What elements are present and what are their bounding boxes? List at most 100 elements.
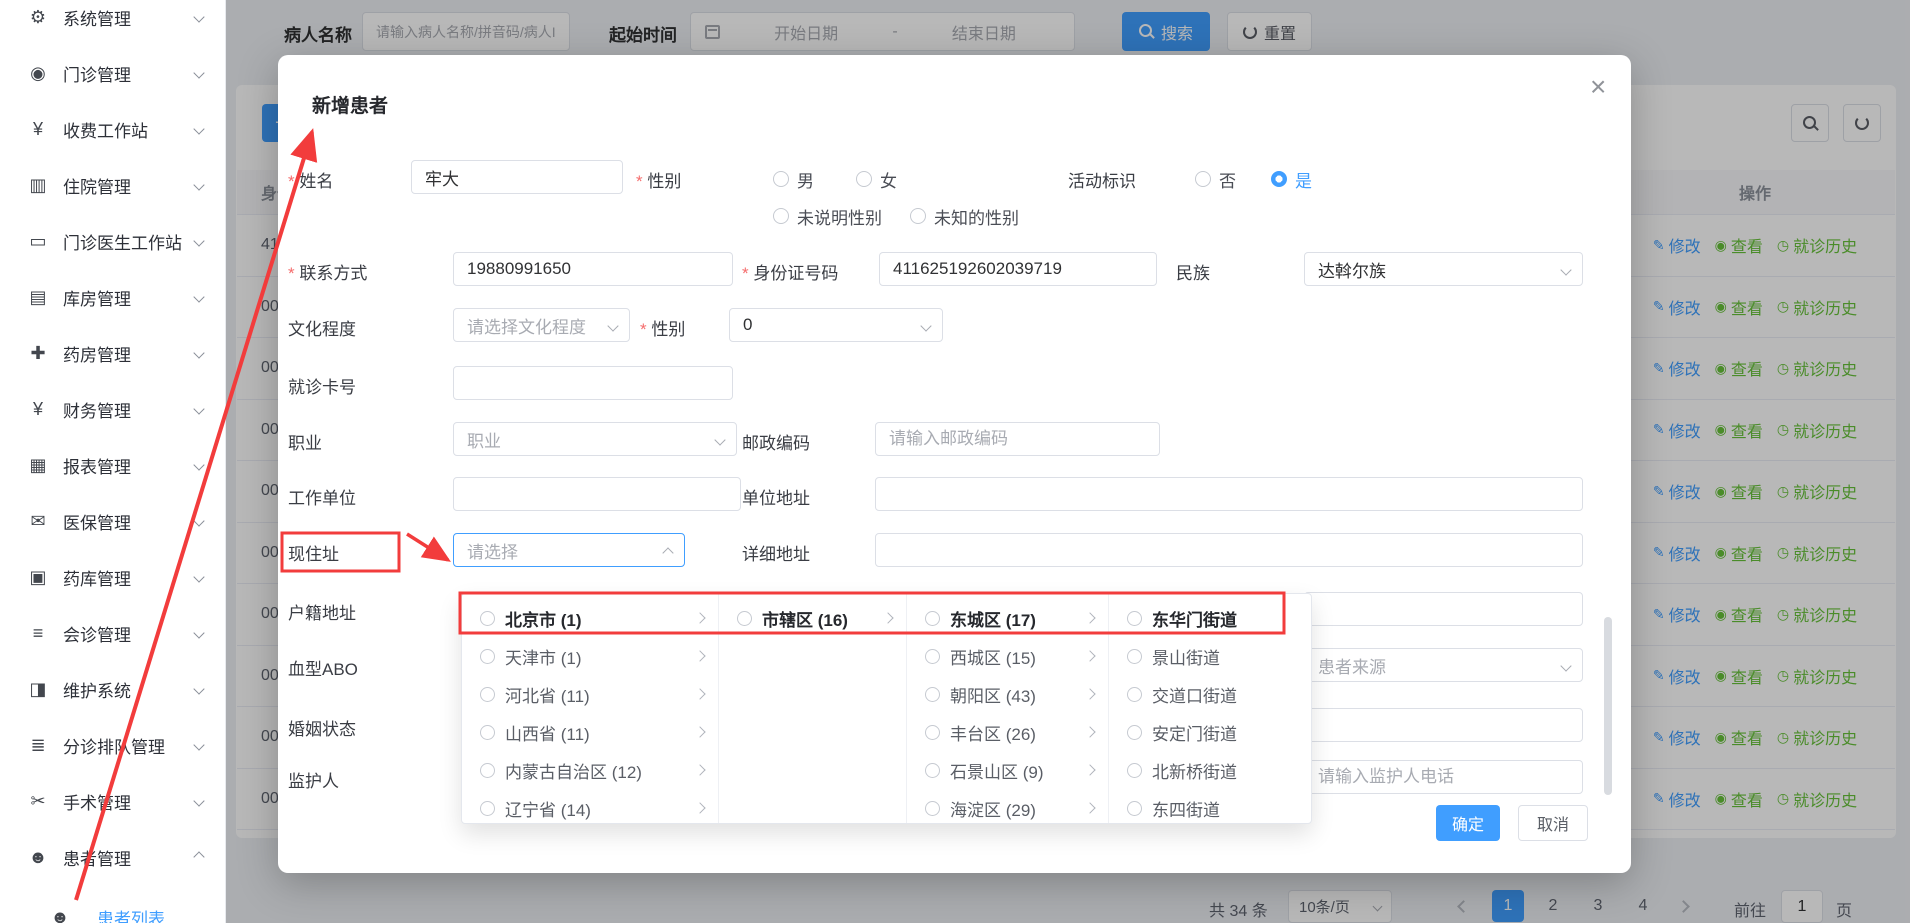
cascader-option-朝阳区 (43)[interactable]: 朝阳区 (43): [907, 675, 1108, 713]
sidebar-item-门诊医生工作站[interactable]: ▭门诊医生工作站: [0, 213, 225, 269]
close-icon[interactable]: ×: [1590, 73, 1606, 101]
cascader-option-河北省 (11)[interactable]: 河北省 (11): [462, 675, 718, 713]
detail-address-input[interactable]: [875, 533, 1583, 567]
work-unit-label: 工作单位: [288, 484, 356, 509]
sidebar-item-分诊排队管理[interactable]: ≣分诊排队管理: [0, 717, 225, 773]
radio-active-yes[interactable]: [1271, 171, 1287, 187]
cascader-option-东城区 (17)[interactable]: 东城区 (17): [907, 599, 1108, 637]
modal-scrollbar[interactable]: [1604, 617, 1612, 795]
patient-list-icon: ☻: [48, 907, 72, 923]
radio-unspecified[interactable]: [773, 208, 789, 224]
chevron-down-icon: [193, 683, 204, 694]
id-number-input[interactable]: [879, 252, 1157, 286]
radio-icon[interactable]: [1127, 649, 1142, 664]
sidebar-item-系统管理[interactable]: ⚙系统管理: [0, 0, 225, 45]
radio-icon[interactable]: [1127, 611, 1142, 626]
radio-icon[interactable]: [1127, 725, 1142, 740]
radio-icon[interactable]: [1127, 763, 1142, 778]
cascader-option-东华门街道[interactable]: 东华门街道: [1109, 599, 1312, 637]
sidebar-item-维护系统[interactable]: ◨维护系统: [0, 661, 225, 717]
marital-status-input[interactable]: [1304, 708, 1583, 742]
cascader-option-西城区 (15)[interactable]: 西城区 (15): [907, 637, 1108, 675]
sidebar-item-手术管理[interactable]: ✂手术管理: [0, 773, 225, 829]
radio-icon[interactable]: [925, 801, 940, 816]
contact-input[interactable]: [453, 252, 733, 286]
sidebar-sub-label: 患者列表: [97, 905, 165, 923]
sidebar-item-收费工作站[interactable]: ¥收费工作站: [0, 101, 225, 157]
sidebar-item-patient-list[interactable]: ☻ 患者列表: [0, 889, 226, 923]
radio-icon[interactable]: [737, 611, 752, 626]
radio-male-label[interactable]: 男: [797, 167, 814, 192]
education-select[interactable]: 请选择文化程度: [453, 308, 630, 342]
chevron-right-icon: [694, 726, 705, 737]
cascader-option-海淀区 (29)[interactable]: 海淀区 (29): [907, 789, 1108, 823]
sidebar-item-财务管理[interactable]: ¥财务管理: [0, 381, 225, 437]
radio-icon[interactable]: [925, 611, 940, 626]
radio-icon[interactable]: [925, 725, 940, 740]
sidebar-item-药房管理[interactable]: ✚药房管理: [0, 325, 225, 381]
name-input[interactable]: [411, 160, 623, 194]
cascader-option-北新桥街道[interactable]: 北新桥街道: [1109, 751, 1312, 789]
radio-icon[interactable]: [480, 687, 495, 702]
cascader-option-北京市 (1)[interactable]: 北京市 (1): [462, 599, 718, 637]
sidebar-item-会诊管理[interactable]: ≡会诊管理: [0, 605, 225, 661]
postal-code-input[interactable]: [875, 422, 1160, 456]
sidebar-item-库房管理[interactable]: ▤库房管理: [0, 269, 225, 325]
radio-icon[interactable]: [925, 763, 940, 778]
cascader-option-景山街道[interactable]: 景山街道: [1109, 637, 1312, 675]
gender2-select[interactable]: 0: [729, 308, 943, 342]
cascader-option-辽宁省 (14)[interactable]: 辽宁省 (14): [462, 789, 718, 823]
cascader-option-安定门街道[interactable]: 安定门街道: [1109, 713, 1312, 751]
cascader-option-山西省 (11)[interactable]: 山西省 (11): [462, 713, 718, 751]
radio-active-no[interactable]: [1195, 171, 1211, 187]
fee-icon: ¥: [26, 119, 50, 140]
sidebar-item-药库管理[interactable]: ▣药库管理: [0, 549, 225, 605]
radio-active-no-label[interactable]: 否: [1219, 167, 1236, 192]
cascader-option-东四街道[interactable]: 东四街道: [1109, 789, 1312, 823]
radio-icon[interactable]: [480, 611, 495, 626]
cascader-option-市辖区 (16)[interactable]: 市辖区 (16): [719, 599, 906, 637]
radio-unknown-label[interactable]: 未知的性别: [934, 204, 1019, 229]
occupation-select[interactable]: 职业: [453, 422, 737, 456]
radio-unknown[interactable]: [910, 208, 926, 224]
radio-female[interactable]: [856, 171, 872, 187]
confirm-button[interactable]: 确定: [1436, 805, 1500, 841]
household-address-input[interactable]: [1304, 592, 1583, 626]
sidebar-item-门诊管理[interactable]: ◉门诊管理: [0, 45, 225, 101]
warehouse-icon: ▤: [26, 287, 50, 308]
current-address-select[interactable]: 请选择: [453, 533, 685, 567]
radio-icon[interactable]: [480, 649, 495, 664]
visit-card-input[interactable]: [453, 366, 733, 400]
radio-icon[interactable]: [925, 649, 940, 664]
pharmacy-icon: ✚: [26, 343, 50, 364]
sidebar-item-患者管理[interactable]: ☻患者管理: [0, 829, 225, 885]
cancel-button[interactable]: 取消: [1518, 805, 1588, 841]
unit-address-input[interactable]: [875, 477, 1583, 511]
ethnicity-select[interactable]: 达斡尔族: [1304, 252, 1583, 286]
sidebar-item-住院管理[interactable]: ▥住院管理: [0, 157, 225, 213]
sidebar-item-报表管理[interactable]: ▦报表管理: [0, 437, 225, 493]
cascader-option-天津市 (1)[interactable]: 天津市 (1): [462, 637, 718, 675]
radio-icon[interactable]: [925, 687, 940, 702]
patient-source-select[interactable]: 患者来源: [1304, 648, 1583, 682]
cascader-option-石景山区 (9)[interactable]: 石景山区 (9): [907, 751, 1108, 789]
radio-unspecified-label[interactable]: 未说明性别: [797, 204, 882, 229]
radio-male[interactable]: [773, 171, 789, 187]
sidebar-item-医保管理[interactable]: ✉医保管理: [0, 493, 225, 549]
radio-icon[interactable]: [1127, 801, 1142, 816]
household-address-label: 户籍地址: [288, 599, 356, 624]
cascader-option-丰台区 (26)[interactable]: 丰台区 (26): [907, 713, 1108, 751]
work-unit-input[interactable]: [453, 477, 741, 511]
radio-active-yes-label[interactable]: 是: [1295, 167, 1312, 192]
radio-icon[interactable]: [480, 801, 495, 816]
radio-icon[interactable]: [1127, 687, 1142, 702]
guardian-phone-input[interactable]: [1304, 760, 1583, 794]
radio-icon[interactable]: [480, 763, 495, 778]
cascader-dropdown: 北京市 (1)天津市 (1)河北省 (11)山西省 (11)内蒙古自治区 (12…: [461, 593, 1312, 824]
radio-female-label[interactable]: 女: [880, 167, 897, 192]
chevron-down-icon: [193, 347, 204, 358]
radio-icon[interactable]: [480, 725, 495, 740]
chevron-down-icon: [607, 320, 618, 331]
cascader-option-内蒙古自治区 (12)[interactable]: 内蒙古自治区 (12): [462, 751, 718, 789]
cascader-option-交道口街道[interactable]: 交道口街道: [1109, 675, 1312, 713]
